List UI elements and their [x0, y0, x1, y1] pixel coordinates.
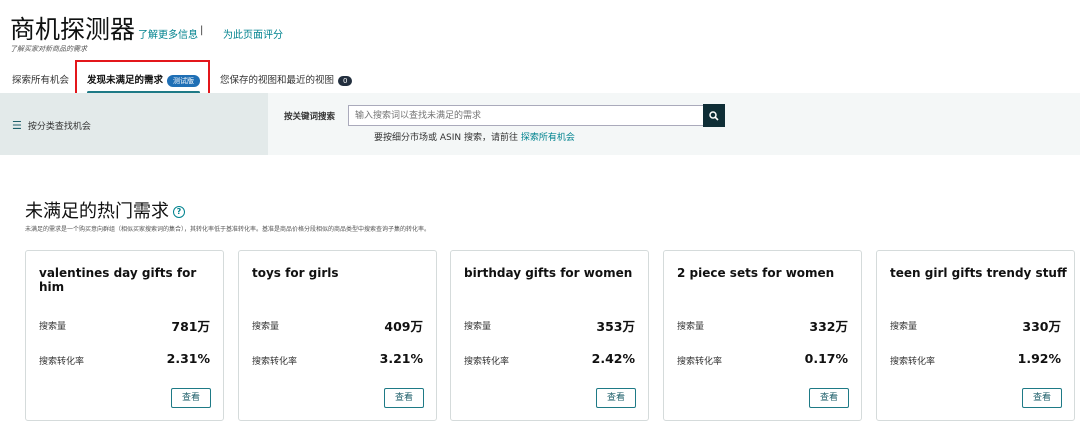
- volume-label: 搜索量: [39, 322, 67, 332]
- search-hint: 要按细分市场或 ASIN 搜索，请前往 探索所有机会: [374, 130, 575, 143]
- view-button[interactable]: 查看: [809, 388, 849, 408]
- need-name: toys for girls: [252, 266, 339, 280]
- page-subtitle: 了解买家对新商品的需求: [10, 45, 87, 53]
- need-card: 2 piece sets for women 搜索量 332万 搜索转化率 0.…: [663, 250, 862, 421]
- conversion-value: 0.17%: [804, 351, 848, 366]
- category-label: 按分类查找机会: [27, 122, 91, 132]
- tab-saved-views[interactable]: 您保存的视图和最近的视图 0: [220, 72, 353, 86]
- volume-label: 搜索量: [890, 322, 918, 332]
- menu-icon: ☰: [12, 119, 22, 132]
- need-name: teen girl gifts trendy stuff: [890, 266, 1067, 280]
- need-card: valentines day gifts for him 搜索量 781万 搜索…: [25, 250, 224, 421]
- need-name: birthday gifts for women: [464, 266, 633, 280]
- conversion-label: 搜索转化率: [39, 357, 85, 367]
- need-card: toys for girls 搜索量 409万 搜索转化率 3.21% 查看: [238, 250, 437, 421]
- conversion-label: 搜索转化率: [890, 357, 936, 367]
- conversion-value: 1.92%: [1017, 351, 1061, 366]
- category-browse-button[interactable]: ☰ 按分类查找机会: [12, 119, 91, 132]
- section-title-text: 未满足的热门需求: [25, 201, 169, 222]
- need-card: teen girl gifts trendy stuff 搜索量 330万 搜索…: [876, 250, 1075, 421]
- need-name: 2 piece sets for women: [677, 266, 835, 280]
- volume-value: 332万: [809, 319, 848, 334]
- explore-all-link[interactable]: 探索所有机会: [521, 133, 575, 143]
- view-button[interactable]: 查看: [384, 388, 424, 408]
- need-card: birthday gifts for women 搜索量 353万 搜索转化率 …: [450, 250, 649, 421]
- page-title: 商机探测器: [10, 15, 136, 44]
- section-title: 未满足的热门需求?: [25, 197, 185, 223]
- need-name: valentines day gifts for him: [39, 266, 197, 294]
- volume-label: 搜索量: [464, 322, 492, 332]
- conversion-label: 搜索转化率: [464, 357, 510, 367]
- view-button[interactable]: 查看: [1022, 388, 1062, 408]
- search-button[interactable]: [703, 104, 725, 127]
- learn-more-link[interactable]: 了解更多信息: [138, 26, 198, 41]
- count-badge: 0: [338, 76, 353, 86]
- view-button[interactable]: 查看: [171, 388, 211, 408]
- volume-value: 409万: [384, 319, 423, 334]
- volume-value: 353万: [596, 319, 635, 334]
- conversion-value: 3.21%: [379, 351, 423, 366]
- tab-explore-all[interactable]: 探索所有机会: [12, 72, 69, 86]
- separator: |: [200, 25, 204, 36]
- search-input[interactable]: [348, 105, 704, 126]
- tab-label: 您保存的视图和最近的视图: [220, 75, 335, 86]
- search-icon: [709, 110, 719, 121]
- conversion-value: 2.42%: [591, 351, 635, 366]
- help-icon[interactable]: ?: [173, 206, 185, 218]
- rate-page-link[interactable]: 为此页面评分: [223, 26, 283, 41]
- volume-label: 搜索量: [252, 322, 280, 332]
- volume-value: 781万: [171, 319, 210, 334]
- conversion-label: 搜索转化率: [252, 357, 298, 367]
- tab-label: 探索所有机会: [12, 75, 70, 86]
- conversion-value: 2.31%: [166, 351, 210, 366]
- keyword-search-label: 按关键词搜索: [284, 112, 336, 122]
- volume-label: 搜索量: [677, 322, 705, 332]
- conversion-label: 搜索转化率: [677, 357, 723, 367]
- view-button[interactable]: 查看: [596, 388, 636, 408]
- section-description: 未满足的需求是一个购买意向群组（相似买家搜索词的集合），其转化率低于基准转化率。…: [25, 226, 431, 233]
- volume-value: 330万: [1022, 319, 1061, 334]
- hint-text: 要按细分市场或 ASIN 搜索，请前往: [374, 133, 518, 143]
